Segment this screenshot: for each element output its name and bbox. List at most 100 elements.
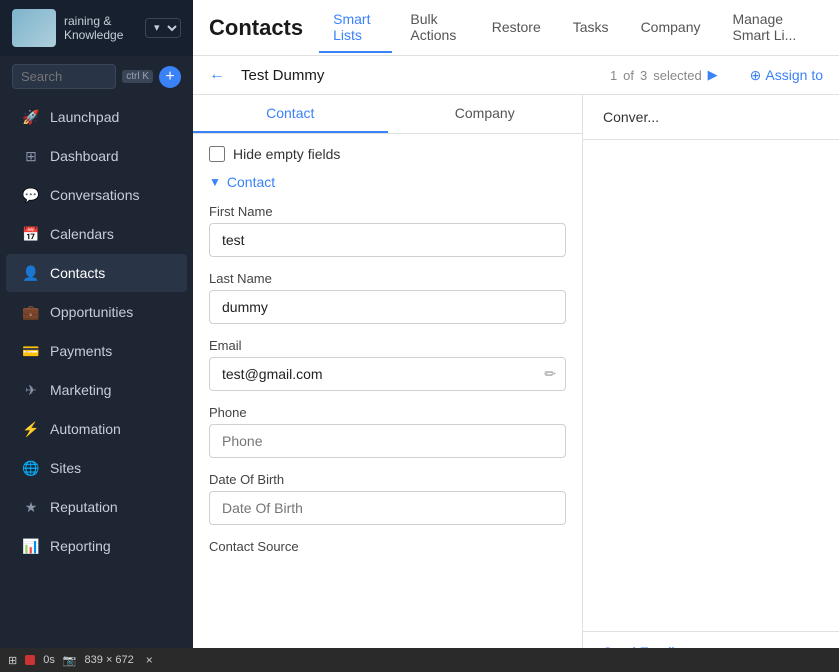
sidebar-item-label: Contacts: [50, 265, 105, 281]
rocket-icon: 🚀: [22, 108, 40, 126]
sidebar-item-payments[interactable]: 💳 Payments: [6, 332, 187, 370]
calendar-icon: 📅: [22, 225, 40, 243]
right-panel-body: [583, 140, 839, 631]
first-name-field-group: First Name: [209, 204, 566, 257]
assign-to-label: Assign to: [765, 67, 823, 83]
first-name-input[interactable]: [209, 223, 566, 257]
email-input[interactable]: [209, 357, 566, 391]
send-icon: ✈: [22, 381, 40, 399]
selection-current: 1: [610, 68, 617, 83]
phone-input[interactable]: [209, 424, 566, 458]
last-name-input[interactable]: [209, 290, 566, 324]
back-arrow-button[interactable]: ←: [209, 66, 225, 84]
credit-card-icon: 💳: [22, 342, 40, 360]
tab-manage-smart-lists[interactable]: Manage Smart Li...: [718, 3, 823, 53]
sidebar-item-label: Sites: [50, 460, 81, 476]
panel-tabs: Contact Company: [193, 95, 582, 134]
section-contact-label: Contact: [227, 174, 275, 190]
plus-circle-icon: ⊕: [750, 67, 762, 84]
sidebar-item-label: Calendars: [50, 226, 114, 242]
sidebar-item-label: Dashboard: [50, 148, 119, 164]
phone-field-group: Phone: [209, 405, 566, 458]
sidebar-item-label: Marketing: [50, 382, 111, 398]
hide-empty-checkbox[interactable]: [209, 146, 225, 162]
next-arrow[interactable]: ▶: [708, 67, 718, 83]
chevron-down-icon: ▼: [209, 175, 221, 189]
panel-tab-company[interactable]: Company: [388, 95, 583, 133]
add-button[interactable]: +: [159, 66, 181, 88]
selection-of: of: [623, 68, 634, 83]
dob-input[interactable]: [209, 491, 566, 525]
search-input[interactable]: [12, 64, 116, 89]
sidebar-header: raining & Knowledge ▾: [0, 0, 193, 56]
bottom-bar-timer: 0s: [43, 654, 55, 666]
sidebar-search-area: ctrl K +: [0, 56, 193, 97]
sidebar-item-reputation[interactable]: ★ Reputation: [6, 488, 187, 526]
tab-tasks[interactable]: Tasks: [559, 11, 623, 45]
sidebar-item-label: Automation: [50, 421, 121, 437]
search-shortcut: ctrl K: [122, 70, 153, 83]
contact-source-label: Contact Source: [209, 539, 566, 554]
last-name-label: Last Name: [209, 271, 566, 286]
hide-empty-label: Hide empty fields: [233, 146, 340, 162]
phone-label: Phone: [209, 405, 566, 420]
contact-section-header[interactable]: ▼ Contact: [209, 174, 566, 190]
tab-restore[interactable]: Restore: [478, 11, 555, 45]
chat-icon: 💬: [22, 186, 40, 204]
dob-label: Date Of Birth: [209, 472, 566, 487]
panel-tab-contact[interactable]: Contact: [193, 95, 388, 133]
bottom-bar-grid-icon: ⊞: [8, 654, 17, 667]
bottom-bar: ⊞ 0s 📷 839 × 672 ×: [0, 648, 839, 672]
contact-area: Contact Company Hide empty fields ▼ Cont…: [193, 95, 839, 672]
left-panel: Contact Company Hide empty fields ▼ Cont…: [193, 95, 583, 672]
dob-field-group: Date Of Birth: [209, 472, 566, 525]
conversations-header-label: Conver...: [603, 109, 659, 125]
sidebar-item-launchpad[interactable]: 🚀 Launchpad: [6, 98, 187, 136]
sub-header: ← Test Dummy 1 of 3 selected ▶ ⊕ Assign …: [193, 56, 839, 95]
person-icon: 👤: [22, 264, 40, 282]
sidebar-item-label: Reputation: [50, 499, 118, 515]
grid-icon: ⊞: [22, 147, 40, 165]
sidebar: raining & Knowledge ▾ ctrl K + 🚀 Launchp…: [0, 0, 193, 672]
bottom-bar-record-dot: [25, 655, 35, 665]
sidebar-item-label: Conversations: [50, 187, 140, 203]
selection-label: selected: [653, 68, 701, 83]
tab-smart-lists[interactable]: Smart Lists: [319, 3, 392, 53]
tab-bulk-actions[interactable]: Bulk Actions: [396, 3, 473, 53]
sidebar-item-contacts[interactable]: 👤 Contacts: [6, 254, 187, 292]
sidebar-item-reporting[interactable]: 📊 Reporting: [6, 527, 187, 565]
bottom-bar-camera-icon: 📷: [63, 654, 77, 667]
edit-icon[interactable]: ✏: [544, 366, 556, 383]
sidebar-item-label: Reporting: [50, 538, 111, 554]
globe-icon: 🌐: [22, 459, 40, 477]
sidebar-account-dropdown[interactable]: ▾: [145, 18, 181, 38]
sidebar-title: raining & Knowledge: [64, 14, 137, 42]
email-label: Email: [209, 338, 566, 353]
sidebar-item-label: Launchpad: [50, 109, 119, 125]
tab-company[interactable]: Company: [627, 11, 715, 45]
sidebar-item-opportunities[interactable]: 💼 Opportunities: [6, 293, 187, 331]
zap-icon: ⚡: [22, 420, 40, 438]
sidebar-item-label: Opportunities: [50, 304, 133, 320]
sidebar-item-calendars[interactable]: 📅 Calendars: [6, 215, 187, 253]
bottom-bar-close-button[interactable]: ×: [146, 653, 153, 667]
email-input-wrap: ✏: [209, 357, 566, 391]
selection-info: 1 of 3 selected ▶: [610, 67, 718, 83]
sidebar-item-sites[interactable]: 🌐 Sites: [6, 449, 187, 487]
last-name-field-group: Last Name: [209, 271, 566, 324]
sidebar-item-marketing[interactable]: ✈ Marketing: [6, 371, 187, 409]
first-name-label: First Name: [209, 204, 566, 219]
hide-empty-row: Hide empty fields: [209, 146, 566, 162]
sidebar-nav: 🚀 Launchpad ⊞ Dashboard 💬 Conversations …: [0, 97, 193, 566]
contact-source-field-group: Contact Source: [209, 539, 566, 554]
sidebar-item-dashboard[interactable]: ⊞ Dashboard: [6, 137, 187, 175]
selection-total: 3: [640, 68, 647, 83]
sidebar-item-conversations[interactable]: 💬 Conversations: [6, 176, 187, 214]
briefcase-icon: 💼: [22, 303, 40, 321]
sidebar-item-automation[interactable]: ⚡ Automation: [6, 410, 187, 448]
star-icon: ★: [22, 498, 40, 516]
sidebar-item-label: Payments: [50, 343, 112, 359]
email-field-group: Email ✏: [209, 338, 566, 391]
contact-name-label: Test Dummy: [241, 67, 324, 84]
assign-to-button[interactable]: ⊕ Assign to: [750, 67, 823, 84]
